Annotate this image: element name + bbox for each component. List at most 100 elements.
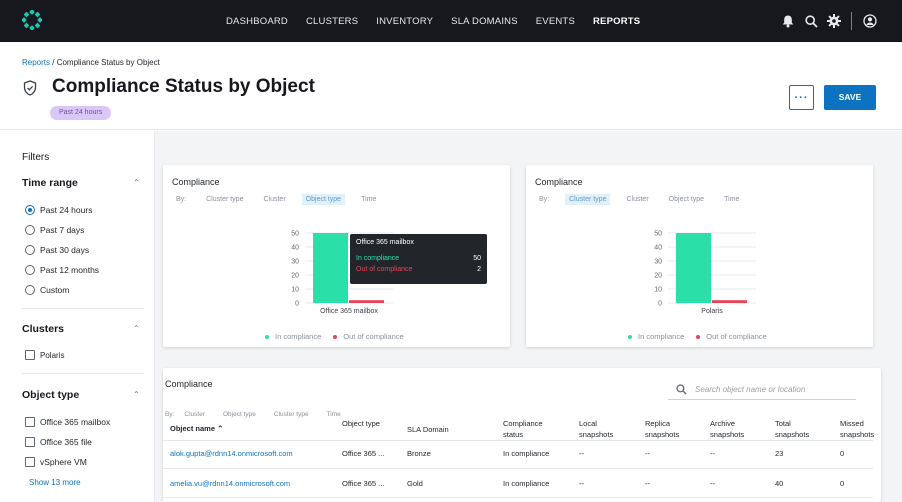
page-header: Reports / Compliance Status by Object Co… xyxy=(0,42,902,130)
object-type-option[interactable]: Office 365 file xyxy=(25,437,92,447)
option-label: Custom xyxy=(40,285,70,295)
cluster-option[interactable]: Polaris xyxy=(25,350,64,360)
cell-object-type: Office 365 ... xyxy=(342,449,385,458)
column-header-local-snapshots[interactable]: Local snapshots xyxy=(579,418,629,440)
by-label: By: xyxy=(539,196,550,203)
gear-icon[interactable] xyxy=(824,11,844,31)
legend-dot xyxy=(628,334,632,339)
chart-group-by: By: Cluster type Cluster Object type Tim… xyxy=(172,194,392,205)
chevron-up-icon[interactable]: ⌃ xyxy=(133,324,140,333)
nav-dashboard[interactable]: DASHBOARD xyxy=(226,16,288,27)
compliance-bar-chart: 0 10 20 30 40 50 Polaris xyxy=(654,231,756,315)
column-header-missed-snapshots[interactable]: Missed snapshots xyxy=(840,418,890,440)
time-range-option[interactable]: Past 12 months xyxy=(25,265,99,275)
x-category-label: Polaris xyxy=(701,308,723,315)
row-divider xyxy=(163,497,873,498)
group-option-cluster-type[interactable]: Cluster type xyxy=(202,194,247,205)
column-header-object-name[interactable]: Object name ⌃ xyxy=(170,423,223,434)
object-type-heading[interactable]: Object type xyxy=(22,389,79,401)
logo-icon[interactable] xyxy=(22,10,42,30)
breadcrumb-separator: / xyxy=(50,58,57,67)
tooltip-in-value: 50 xyxy=(473,255,481,262)
by-label: By: xyxy=(176,196,187,203)
search-icon[interactable] xyxy=(801,11,821,31)
radio-button[interactable] xyxy=(25,245,35,255)
object-name-link[interactable]: alok.gupta@rdnn14.onmicrosoft.com xyxy=(170,449,293,458)
legend-dot xyxy=(696,334,701,339)
column-header-replica-snapshots[interactable]: Replica snapshots xyxy=(645,418,695,440)
time-range-option[interactable]: Past 24 hours xyxy=(25,205,92,215)
column-header-archive-snapshots[interactable]: Archive snapshots xyxy=(710,418,760,440)
group-option-cluster[interactable]: Cluster xyxy=(622,194,652,205)
column-header-total-snapshots[interactable]: Total snapshots xyxy=(775,418,825,440)
save-button[interactable]: SAVE xyxy=(824,85,876,110)
group-option-time[interactable]: Time xyxy=(720,194,743,205)
checkbox[interactable] xyxy=(25,417,35,427)
cell-total-snapshots: 23 xyxy=(775,449,784,458)
nav-inventory[interactable]: INVENTORY xyxy=(376,16,433,27)
group-option-object-type[interactable]: Object type xyxy=(665,194,708,205)
object-type-option[interactable]: Office 365 mailbox xyxy=(25,417,110,427)
object-type-option[interactable]: vSphere VM xyxy=(25,457,87,467)
breadcrumb-reports-link[interactable]: Reports xyxy=(22,58,50,67)
column-header-sla-domain[interactable]: SLA Domain xyxy=(407,424,449,435)
chart-title: Compliance xyxy=(535,177,583,187)
y-tick-label: 50 xyxy=(291,231,299,238)
group-option-cluster[interactable]: Cluster xyxy=(259,194,289,205)
search-icon xyxy=(676,383,687,395)
time-range-option[interactable]: Past 30 days xyxy=(25,245,89,255)
search-input[interactable]: Search object name or location xyxy=(695,385,805,394)
checkbox[interactable] xyxy=(25,457,35,467)
breadcrumb: Reports / Compliance Status by Object xyxy=(22,58,160,67)
cell-missed-snapshots: 0 xyxy=(840,449,845,458)
radio-button[interactable] xyxy=(25,285,35,295)
group-option-cluster[interactable]: Cluster xyxy=(180,409,209,420)
group-option-object-type[interactable]: Object type xyxy=(301,194,346,205)
time-range-option[interactable]: Past 7 days xyxy=(25,225,84,235)
more-options-button[interactable]: ··· xyxy=(789,85,814,110)
checkbox[interactable] xyxy=(25,350,35,360)
y-tick-label: 10 xyxy=(291,287,299,294)
page-title: Compliance Status by Object xyxy=(52,76,315,97)
show-more-link[interactable]: Show 13 more xyxy=(29,478,81,487)
legend-label: In compliance xyxy=(275,332,322,341)
user-avatar-icon[interactable] xyxy=(860,11,880,31)
chart-group-by: By: Cluster type Cluster Object type Tim… xyxy=(535,194,755,205)
radio-button[interactable] xyxy=(25,265,35,275)
nav-sla-domains[interactable]: SLA DOMAINS xyxy=(451,16,518,27)
column-header-object-type[interactable]: Object type xyxy=(342,418,384,429)
group-option-cluster-type[interactable]: Cluster type xyxy=(565,194,611,205)
legend-label: Out of compliance xyxy=(706,332,767,341)
object-name-link[interactable]: amelia.vu@rdnn14.onmicrosoft.com xyxy=(170,479,290,488)
radio-button[interactable] xyxy=(25,225,35,235)
nav-reports[interactable]: REPORTS xyxy=(593,16,640,27)
cell-local-snapshots: -- xyxy=(579,479,584,488)
bar-out-of-compliance xyxy=(712,300,747,303)
group-option-object-type[interactable]: Object type xyxy=(219,409,260,420)
cell-replica-snapshots: -- xyxy=(645,479,650,488)
cell-total-snapshots: 40 xyxy=(775,479,784,488)
radio-button[interactable] xyxy=(25,205,35,215)
column-header-compliance-status[interactable]: Compliance status xyxy=(503,418,555,440)
chevron-up-icon[interactable]: ⌃ xyxy=(133,390,140,399)
nav-clusters[interactable]: CLUSTERS xyxy=(306,16,358,27)
shield-check-icon xyxy=(23,80,37,96)
checkbox[interactable] xyxy=(25,437,35,447)
nav-events[interactable]: EVENTS xyxy=(536,16,575,27)
cell-archive-snapshots: -- xyxy=(710,449,715,458)
chevron-up-icon[interactable]: ⌃ xyxy=(133,178,140,187)
group-option-time[interactable]: Time xyxy=(357,194,380,205)
divider xyxy=(22,373,144,374)
row-divider xyxy=(163,468,873,469)
bell-icon[interactable] xyxy=(778,11,798,31)
search-box[interactable]: Search object name or location xyxy=(668,379,856,400)
y-tick-label: 30 xyxy=(291,259,299,266)
tooltip-title: Office 365 mailbox xyxy=(356,239,414,246)
tooltip-in-label: In compliance xyxy=(356,255,400,262)
time-range-option[interactable]: Custom xyxy=(25,285,69,295)
group-option-cluster-type[interactable]: Cluster type xyxy=(270,409,313,420)
time-range-badge: Past 24 hours xyxy=(50,106,112,120)
legend-label: In compliance xyxy=(638,332,685,341)
time-range-heading[interactable]: Time range xyxy=(22,177,78,189)
clusters-heading[interactable]: Clusters xyxy=(22,323,64,335)
